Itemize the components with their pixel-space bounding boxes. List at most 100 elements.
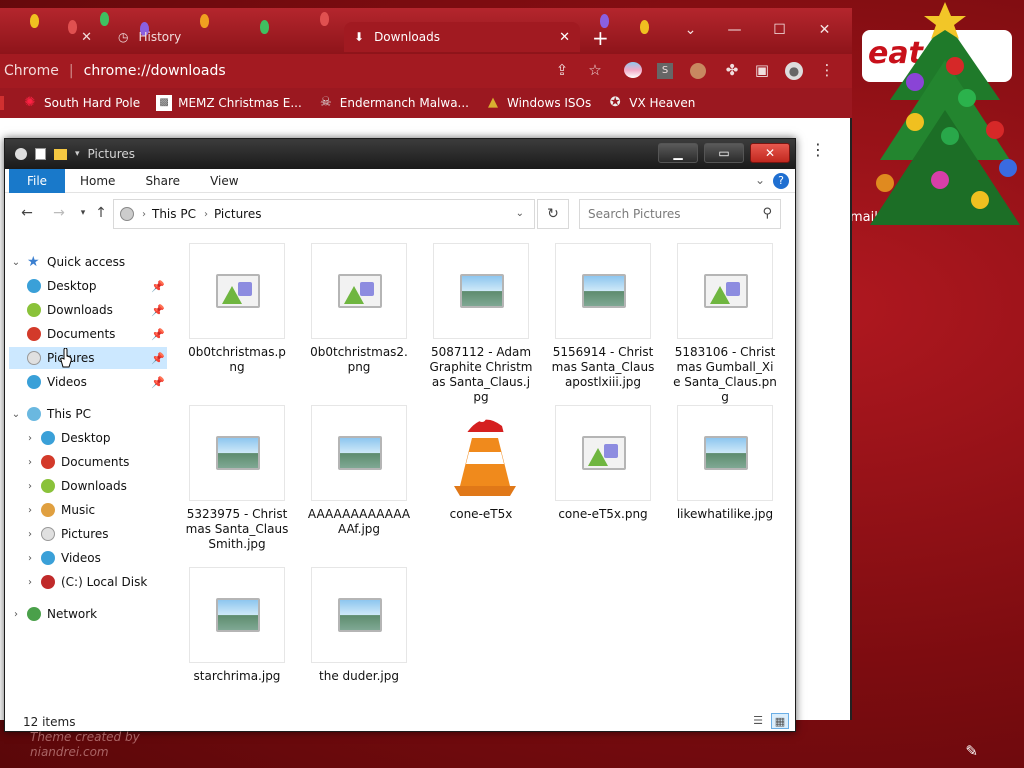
pin-icon[interactable]: 📌: [151, 280, 165, 293]
pen-icon[interactable]: ✎: [965, 742, 978, 760]
file-item[interactable]: starchrima.jpg: [185, 567, 289, 684]
sidebar-item-quick-access[interactable]: ⌄ ★ Quick access: [9, 251, 167, 273]
file-item[interactable]: 5087112 - AdamGraphite Christmas Santa_C…: [429, 243, 533, 405]
tab-downloads[interactable]: ⬇ Downloads ✕: [344, 22, 580, 52]
sidebar-item-downloads[interactable]: Downloads 📌: [9, 299, 167, 321]
file-item[interactable]: cone-eT5x.png: [551, 405, 655, 522]
file-item[interactable]: 5323975 - Christmas Santa_Claus Smith.jp…: [185, 405, 289, 552]
chevron-right-icon[interactable]: ›: [23, 553, 37, 564]
chevron-right-icon[interactable]: ›: [9, 609, 23, 620]
tab-share[interactable]: Share: [130, 169, 195, 193]
star-icon[interactable]: ☆: [585, 61, 605, 79]
breadcrumb-pictures[interactable]: Pictures: [214, 207, 262, 221]
close-icon[interactable]: ✕: [81, 30, 92, 45]
window-title: Pictures: [87, 147, 136, 161]
close-button[interactable]: ✕: [750, 143, 790, 163]
sidebar-item-documents[interactable]: Documents 📌: [9, 323, 167, 345]
sidebar-item-pc-downloads[interactable]: › Downloads: [9, 475, 167, 497]
sidebar-item-pc-videos[interactable]: › Videos: [9, 547, 167, 569]
minimize-button[interactable]: ▁: [658, 143, 698, 163]
sidebar-item-pictures[interactable]: Pictures 📌: [9, 347, 167, 369]
extension-avatar-icon[interactable]: [690, 63, 706, 79]
chevron-right-icon[interactable]: ›: [23, 505, 37, 516]
chevron-right-icon[interactable]: ›: [23, 457, 37, 468]
file-item[interactable]: likewhatilike.jpg: [673, 405, 777, 522]
pin-icon[interactable]: 📌: [151, 352, 165, 365]
maximize-button[interactable]: ▭: [704, 143, 744, 163]
minimize-button[interactable]: —: [712, 16, 757, 44]
file-item[interactable]: 0b0tchristmas.png: [185, 243, 289, 375]
chevron-right-icon[interactable]: ›: [23, 529, 37, 540]
file-item[interactable]: cone-eT5x: [429, 405, 533, 522]
chevron-down-icon[interactable]: ⌄: [668, 16, 713, 44]
bookmark-vx-heaven[interactable]: ✪ VX Heaven: [607, 95, 696, 111]
file-explorer-window: ▾ Pictures ▁ ▭ ✕ File Home Share View ⌄ …: [4, 138, 796, 732]
page-more-icon[interactable]: ⋮: [810, 140, 826, 159]
side-panel-icon[interactable]: ▣: [752, 61, 772, 79]
puzzle-icon[interactable]: ✤: [722, 61, 742, 79]
profile-icon[interactable]: ●: [785, 62, 803, 80]
file-item[interactable]: 0b0tchristmas2.png: [307, 243, 411, 375]
chevron-down-icon[interactable]: ⌄: [516, 208, 524, 219]
sidebar-item-local-disk[interactable]: › (C:) Local Disk: [9, 571, 167, 593]
bookmark-memz-christmas[interactable]: ▩ MEMZ Christmas E...: [156, 95, 302, 111]
pin-icon[interactable]: 📌: [151, 328, 165, 341]
pin-icon[interactable]: 📌: [151, 304, 165, 317]
tab-view[interactable]: View: [195, 169, 253, 193]
refresh-button[interactable]: ↻: [537, 199, 569, 229]
bookmark-windows-isos[interactable]: ▲ Windows ISOs: [485, 95, 591, 111]
bookmark-endermanch[interactable]: ☠ Endermanch Malwa...: [318, 95, 469, 111]
extension-flag-icon[interactable]: [624, 62, 642, 78]
chevron-right-icon[interactable]: ›: [23, 481, 37, 492]
recent-locations-icon[interactable]: ▾: [73, 208, 93, 218]
help-icon[interactable]: ?: [773, 173, 789, 189]
sidebar-item-this-pc[interactable]: ⌄ This PC: [9, 403, 167, 425]
sidebar-item-pc-pictures[interactable]: › Pictures: [9, 523, 167, 545]
chevron-down-icon[interactable]: ▾: [75, 149, 80, 159]
back-button[interactable]: ←: [17, 205, 37, 221]
maximize-button[interactable]: ☐: [757, 16, 802, 44]
sidebar-item-pc-documents[interactable]: › Documents: [9, 451, 167, 473]
sidebar-item-desktop[interactable]: Desktop 📌: [9, 275, 167, 297]
item-count: 12 items: [23, 715, 76, 729]
sidebar-item-pc-desktop[interactable]: › Desktop: [9, 427, 167, 449]
tab-file[interactable]: File: [9, 168, 65, 193]
file-item[interactable]: 5183106 - Christmas Gumball_Xie Santa_Cl…: [673, 243, 777, 405]
close-button[interactable]: ✕: [802, 16, 847, 44]
chevron-right-icon[interactable]: ›: [23, 577, 37, 588]
chevron-down-icon[interactable]: ⌄: [9, 409, 23, 420]
file-item[interactable]: the duder.jpg: [307, 567, 411, 684]
file-item[interactable]: 5156914 - Christmas Santa_Claus apostlxi…: [551, 243, 655, 390]
more-menu-icon[interactable]: ⋮: [817, 61, 837, 79]
new-tab-button[interactable]: +: [592, 26, 609, 50]
chevron-down-icon[interactable]: ⌄: [9, 257, 23, 268]
details-view-icon[interactable]: ☰: [749, 713, 767, 729]
sidebar-item-videos[interactable]: Videos 📌: [9, 371, 167, 393]
bookmark-south-hard-pole[interactable]: ✺ South Hard Pole: [22, 95, 141, 111]
chevron-right-icon[interactable]: ›: [23, 433, 37, 444]
forward-button[interactable]: →: [49, 205, 69, 221]
omnibox[interactable]: Chrome | chrome://downloads: [4, 63, 226, 79]
file-name: 5156914 - Christmas Santa_Claus apostlxi…: [551, 345, 655, 389]
tab-history[interactable]: ◷ History: [108, 22, 338, 52]
sidebar-item-network[interactable]: › Network: [9, 603, 167, 625]
large-icons-view-icon[interactable]: ▦: [771, 713, 789, 729]
address-bar[interactable]: › This PC › Pictures ⌄: [113, 199, 535, 229]
up-button[interactable]: ↑: [91, 205, 111, 221]
sidebar-item-pc-music[interactable]: › Music: [9, 499, 167, 521]
tab-partial[interactable]: ✕: [0, 22, 102, 52]
pin-icon[interactable]: 📌: [151, 376, 165, 389]
properties-icon[interactable]: [35, 148, 46, 160]
search-input[interactable]: Search Pictures ⚲: [579, 199, 781, 229]
file-thumbnail: [311, 567, 407, 663]
share-icon[interactable]: ⇪: [552, 61, 572, 79]
close-icon[interactable]: ✕: [559, 30, 570, 45]
tab-home[interactable]: Home: [65, 169, 130, 193]
file-item[interactable]: AAAAAAAAAAAAAAf.jpg: [307, 405, 411, 537]
documents-icon: [41, 455, 55, 469]
extension-s-icon[interactable]: S: [657, 63, 673, 79]
photo-file-icon: [582, 274, 626, 308]
new-folder-icon[interactable]: [54, 148, 67, 160]
breadcrumb-this-pc[interactable]: This PC: [152, 207, 196, 221]
expand-ribbon-icon[interactable]: ⌄: [755, 173, 765, 187]
